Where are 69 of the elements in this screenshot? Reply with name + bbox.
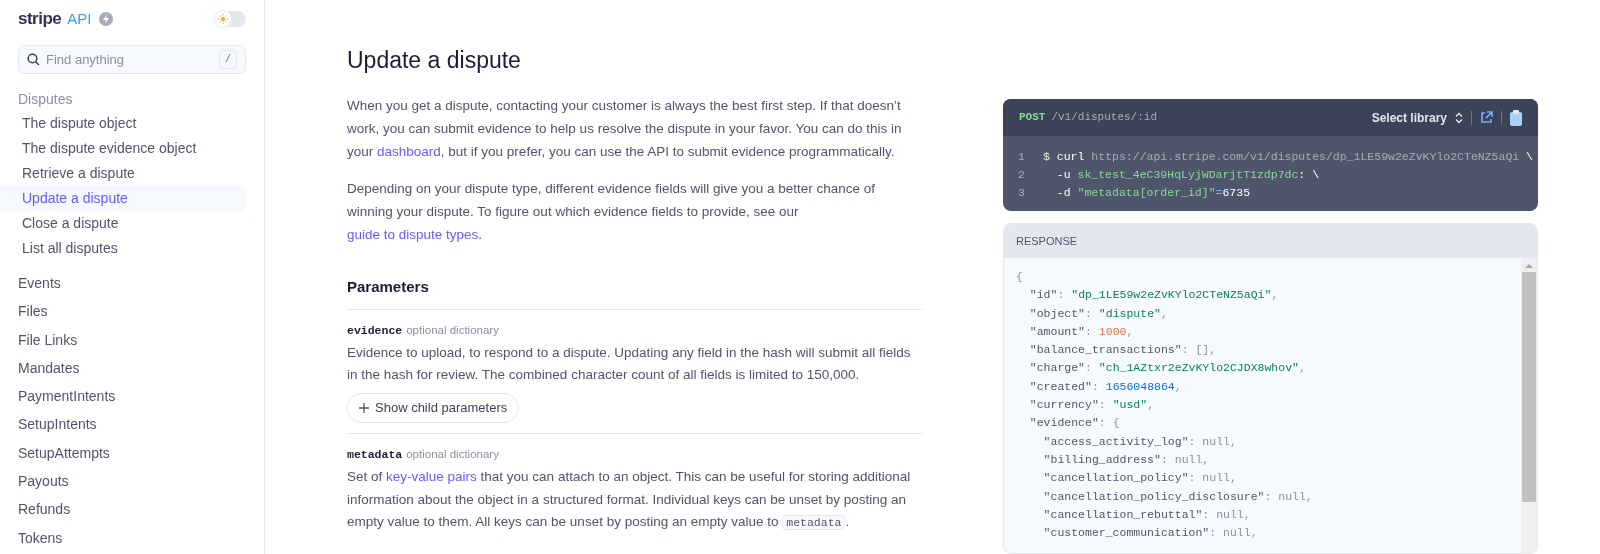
nav-item[interactable]: Events: [18, 269, 246, 298]
parameter-type: optional dictionary: [406, 322, 499, 338]
nav-item[interactable]: PaymentIntents: [18, 382, 246, 411]
nav-item[interactable]: The dispute object: [0, 111, 246, 136]
line-number: 3: [1017, 185, 1026, 201]
code-line: "billing_address": null,: [1042, 451, 1211, 468]
panel-label: RESPONSE: [1016, 233, 1078, 249]
code-line: "object": "dispute",: [1028, 305, 1169, 322]
code-line: "cancellation_rebuttal": null,: [1042, 506, 1252, 523]
up-down-caret-icon: [1455, 111, 1463, 124]
code-line: $ curl https://api.stripe.com/v1/disputes/dp_1LE59w2eZvKYlo2CTeNZ5aQi \: [1043, 149, 1533, 165]
nav-item[interactable]: SetupAttempts: [18, 438, 246, 468]
line-number: 2: [1017, 167, 1026, 183]
nav-item[interactable]: Refunds: [18, 495, 246, 524]
code-line: {: [1016, 268, 1024, 285]
inline-code: metadata: [782, 515, 846, 530]
code-line: "charge": "ch_1AZtxr2eZvKYlo2CJDX8whov",: [1028, 360, 1307, 377]
paragraph: When you get a dispute, contacting your customer is always the best first step. If that doesn’t work, you can submit evidence to help us resolve the dispute in your favor. You can do this in your dashboard, but if you prefer, you can use the API to submit evidence programmatically.: [347, 97, 903, 161]
theme-toggle[interactable]: [216, 11, 246, 27]
shortcut-key: /: [219, 50, 237, 69]
nav-item[interactable]: List all disputes: [0, 236, 246, 261]
parameter-name: evidence: [347, 322, 403, 339]
parameter-name: metadata: [347, 446, 403, 463]
code-line: -u sk_test_4eC39HqLyjWDarjtT1zdp7dc: \: [1055, 167, 1320, 183]
search-icon: [27, 53, 40, 66]
code-line: "amount": 1000,: [1028, 323, 1135, 340]
nav-item[interactable]: SetupIntents: [18, 410, 246, 439]
page-title: Update a dispute: [347, 46, 522, 75]
nav-item[interactable]: Retrieve a dispute: [0, 161, 246, 186]
code-line: "balance_transactions": [],: [1028, 342, 1218, 359]
code-line: "cancellation_policy_disclosure": null,: [1042, 488, 1314, 505]
section-heading: Parameters: [347, 276, 922, 310]
nav-item[interactable]: Files: [18, 297, 246, 326]
plus-icon: [359, 402, 369, 413]
paragraph: Depending on your dispute type, different evidence fields will give you a better chance of winning your dispute. To figure out which evidence fields to provide, see our guide to dispute types.: [347, 180, 877, 244]
nav-item[interactable]: Close a dispute: [0, 211, 246, 236]
lightning-icon[interactable]: [99, 12, 114, 26]
code-line: "evidence": {: [1028, 415, 1121, 432]
clipboard-icon[interactable]: [1510, 109, 1522, 126]
parameter-type: optional dictionary: [406, 446, 499, 462]
search-input[interactable]: Find anything: [46, 46, 213, 73]
code-line: "currency": "usd",: [1028, 397, 1156, 414]
sun-icon: [218, 14, 228, 24]
nav-item[interactable]: Payouts: [18, 467, 246, 496]
http-method: POST: [1019, 110, 1046, 126]
link[interactable]: dashboard: [377, 144, 441, 159]
parameter-description: Evidence to upload, to respond to a dispute. Updating any field in the hash will submit all fields in the hash for review. The combined character count of all fields is limited to 150,000.: [347, 343, 912, 385]
code-line: "created": 1656048864,: [1028, 378, 1183, 395]
scrollbar[interactable]: [1521, 257, 1537, 553]
scroll-up-icon[interactable]: [1525, 262, 1533, 269]
nav-item[interactable]: The dispute evidence object: [0, 136, 246, 161]
code-line: "cancellation_policy": null,: [1042, 470, 1238, 487]
nav-item[interactable]: Tokens: [18, 523, 246, 552]
code-line: -d "metadata[order_id]"=6735: [1055, 185, 1251, 201]
nav-item[interactable]: Update a dispute: [0, 186, 246, 211]
api-label: API: [67, 8, 92, 29]
link[interactable]: key-value pairs: [386, 469, 477, 484]
code-line: "customer_communication": null,: [1042, 525, 1259, 542]
library-select[interactable]: Select library: [1371, 108, 1463, 127]
code-line: "id": "dp_1LE59w2eZvKYlo2CTeNZ5aQi",: [1028, 287, 1280, 304]
line-number: 1: [1017, 149, 1026, 165]
external-link-icon[interactable]: [1480, 111, 1493, 124]
search-box[interactable]: Find anything /: [18, 45, 246, 74]
nav-item[interactable]: File Links: [18, 325, 246, 354]
endpoint-path: /v1/disputes/:id: [1051, 110, 1158, 126]
parameter-description: Set of key-value pairs that you can attach to an object. This can be useful for storing additional information about the object in a structured format. Individual keys can be unset by posting an empty value to them. All keys can be unset by posting an empty value to metadata .: [347, 468, 912, 532]
nav-item[interactable]: Mandates: [18, 353, 246, 383]
stripe-logo[interactable]: stripe: [18, 6, 62, 32]
code-line: "access_activity_log": null,: [1042, 433, 1238, 450]
